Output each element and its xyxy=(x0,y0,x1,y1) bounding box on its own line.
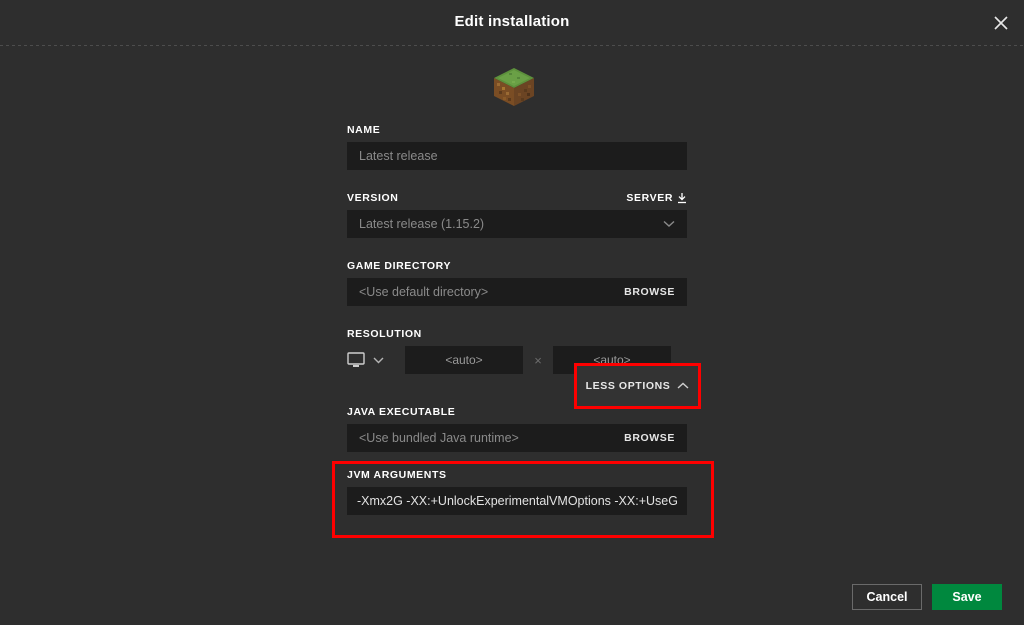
game-directory-browse-button[interactable]: BROWSE xyxy=(616,286,675,298)
version-select[interactable]: Latest release (1.15.2) xyxy=(347,210,687,238)
server-download-link[interactable]: SERVER xyxy=(626,192,687,204)
version-select-value: Latest release (1.15.2) xyxy=(359,217,485,231)
server-label: SERVER xyxy=(626,192,673,204)
download-icon xyxy=(677,192,687,204)
titlebar-divider xyxy=(0,45,1024,46)
resolution-separator-icon: × xyxy=(534,352,542,368)
cancel-button[interactable]: Cancel xyxy=(852,584,922,610)
name-label: NAME xyxy=(347,124,381,136)
game-directory-value: <Use default directory> xyxy=(359,285,489,299)
jvm-arguments-input[interactable]: -Xmx2G -XX:+UnlockExperimentalVMOptions … xyxy=(347,487,687,515)
java-executable-label: JAVA EXECUTABLE xyxy=(347,406,456,418)
resolution-width-input[interactable]: <auto> xyxy=(405,346,523,374)
minecraft-grass-block-icon xyxy=(491,64,537,110)
monitor-select[interactable] xyxy=(347,346,405,374)
less-options-label: LESS OPTIONS xyxy=(585,380,671,392)
chevron-down-icon xyxy=(373,357,384,364)
save-button[interactable]: Save xyxy=(932,584,1002,610)
resolution-label: RESOLUTION xyxy=(347,328,422,340)
version-label-row: VERSION SERVER xyxy=(347,192,687,204)
chevron-down-icon xyxy=(663,220,675,228)
close-icon[interactable] xyxy=(982,4,1020,42)
java-executable-value: <Use bundled Java runtime> xyxy=(359,431,519,445)
monitor-icon xyxy=(347,352,365,368)
less-options-button[interactable]: LESS OPTIONS xyxy=(575,364,700,408)
version-label: VERSION xyxy=(347,192,399,204)
jvm-arguments-label: JVM ARGUMENTS xyxy=(347,469,447,481)
java-executable-section: JAVA EXECUTABLE <Use bundled Java runtim… xyxy=(347,406,687,452)
jvm-arguments-section: JVM ARGUMENTS -Xmx2G -XX:+UnlockExperime… xyxy=(347,469,687,515)
jvm-arguments-value: -Xmx2G -XX:+UnlockExperimentalVMOptions … xyxy=(357,494,677,508)
less-options-wrapper: LESS OPTIONS xyxy=(575,364,700,408)
dialog-title: Edit installation xyxy=(454,13,570,30)
name-input[interactable]: Latest release xyxy=(347,142,687,170)
chevron-up-icon xyxy=(677,382,689,390)
java-executable-browse-button[interactable]: BROWSE xyxy=(616,432,675,444)
installation-form: NAME Latest release VERSION SERVER Lates… xyxy=(347,124,687,374)
game-directory-input[interactable]: <Use default directory> BROWSE xyxy=(347,278,687,306)
name-input-value: Latest release xyxy=(359,149,438,163)
resolution-width-value: <auto> xyxy=(445,353,483,367)
edit-installation-dialog: Edit installation NAME Latest release VE… xyxy=(0,0,1024,625)
game-directory-label: GAME DIRECTORY xyxy=(347,260,452,272)
dialog-titlebar: Edit installation xyxy=(0,0,1024,46)
dialog-footer: Cancel Save xyxy=(852,584,1002,610)
java-executable-input[interactable]: <Use bundled Java runtime> BROWSE xyxy=(347,424,687,452)
